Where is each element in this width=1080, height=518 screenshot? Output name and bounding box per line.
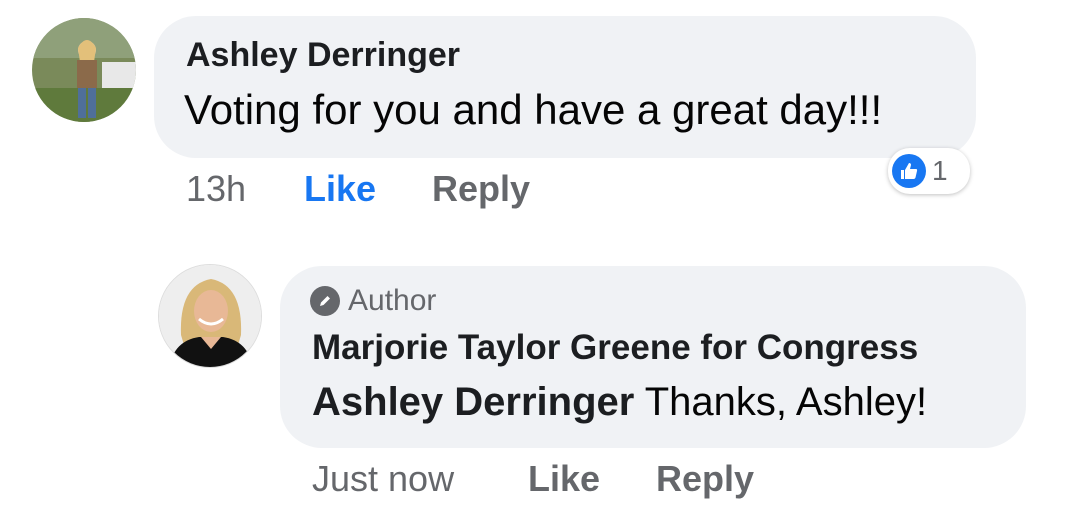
pencil-icon (310, 286, 340, 316)
reaction-count: 1 (932, 155, 948, 186)
author-badge: Author (310, 284, 436, 318)
comment-text: Voting for you and have a great day!!! (184, 86, 883, 133)
comment-like-button[interactable]: Like (304, 168, 376, 210)
reply-reply-button[interactable]: Reply (656, 458, 754, 500)
reply-timestamp[interactable]: Just now (312, 458, 454, 500)
reply-like-button[interactable]: Like (528, 458, 600, 500)
reply-text-line: Ashley Derringer Thanks, Ashley! (312, 380, 927, 425)
like-thumb-icon (892, 154, 926, 188)
comment-reply-button[interactable]: Reply (432, 168, 530, 210)
reply-text: Thanks, Ashley! (644, 380, 928, 424)
comment-timestamp[interactable]: 13h (186, 168, 246, 210)
reaction-summary[interactable]: 1 (888, 148, 970, 194)
reply-mention[interactable]: Ashley Derringer (312, 380, 634, 424)
comment-author-name[interactable]: Ashley Derringer (186, 36, 460, 75)
commenter-avatar[interactable] (32, 18, 136, 122)
author-badge-label: Author (348, 284, 437, 317)
comment-bubble: Ashley Derringer Voting for you and have… (154, 16, 976, 158)
reply-bubble: Author Marjorie Taylor Greene for Congre… (280, 266, 1026, 448)
reply-author-name[interactable]: Marjorie Taylor Greene for Congress (312, 328, 918, 368)
reply-author-avatar[interactable] (158, 264, 262, 368)
